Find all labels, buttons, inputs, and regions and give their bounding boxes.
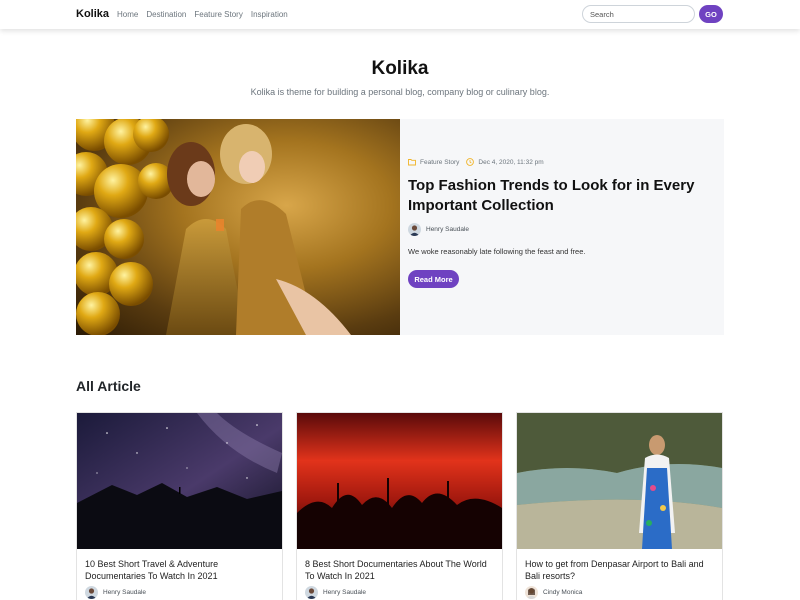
search-go-button[interactable]: GO [699, 5, 723, 23]
article-card[interactable]: 8 Best Short Documentaries About The Wor… [296, 412, 503, 600]
site-title: Kolika [371, 58, 429, 79]
featured-meta: Feature Story Dec 4, 2020, 11:32 pm [408, 158, 544, 166]
nav-links: Home Destination Feature Story Inspirati… [117, 10, 288, 19]
site-tagline: Kolika is theme for building a personal … [250, 87, 550, 97]
article-image[interactable] [77, 413, 282, 549]
author-name[interactable]: Henry Saudale [426, 226, 469, 233]
article-card[interactable]: How to get from Denpasar Airport to Bali… [516, 412, 723, 600]
article-title[interactable]: 10 Best Short Travel & Adventure Documen… [85, 558, 275, 582]
article-author: Cindy Monica [525, 586, 582, 599]
article-image[interactable] [517, 413, 722, 549]
article-title[interactable]: How to get from Denpasar Airport to Bali… [525, 558, 715, 582]
featured-title[interactable]: Top Fashion Trends to Look for in Every … [408, 176, 708, 216]
brand-logo[interactable]: Kolika [76, 8, 109, 20]
article-card[interactable]: 10 Best Short Travel & Adventure Documen… [76, 412, 283, 600]
section-title: All Article [76, 378, 141, 394]
article-title[interactable]: 8 Best Short Documentaries About The Wor… [305, 558, 495, 582]
search-input[interactable] [582, 5, 695, 23]
article-author: Henry Saudale [305, 586, 366, 599]
featured-post: Feature Story Dec 4, 2020, 11:32 pm Top … [76, 119, 724, 335]
featured-category[interactable]: Feature Story [420, 159, 459, 166]
author-name[interactable]: Cindy Monica [543, 589, 582, 596]
featured-image[interactable] [76, 119, 400, 335]
featured-author: Henry Saudale [408, 223, 469, 236]
featured-date: Dec 4, 2020, 11:32 pm [478, 158, 544, 166]
read-more-button[interactable]: Read More [408, 270, 459, 288]
nav-link-destination[interactable]: Destination [146, 10, 186, 19]
avatar [305, 586, 318, 599]
nav-link-feature-story[interactable]: Feature Story [194, 10, 242, 19]
featured-excerpt: We woke reasonably late following the fe… [408, 247, 586, 256]
avatar [408, 223, 421, 236]
nav-link-inspiration[interactable]: Inspiration [251, 10, 288, 19]
article-author: Henry Saudale [85, 586, 146, 599]
author-name[interactable]: Henry Saudale [323, 589, 366, 596]
clock-icon [466, 158, 475, 166]
folder-icon [408, 158, 416, 166]
author-name[interactable]: Henry Saudale [103, 589, 146, 596]
avatar [85, 586, 98, 599]
nav-link-home[interactable]: Home [117, 10, 138, 19]
avatar [525, 586, 538, 599]
article-image[interactable] [297, 413, 502, 549]
navbar: Kolika Home Destination Feature Story In… [0, 0, 800, 29]
